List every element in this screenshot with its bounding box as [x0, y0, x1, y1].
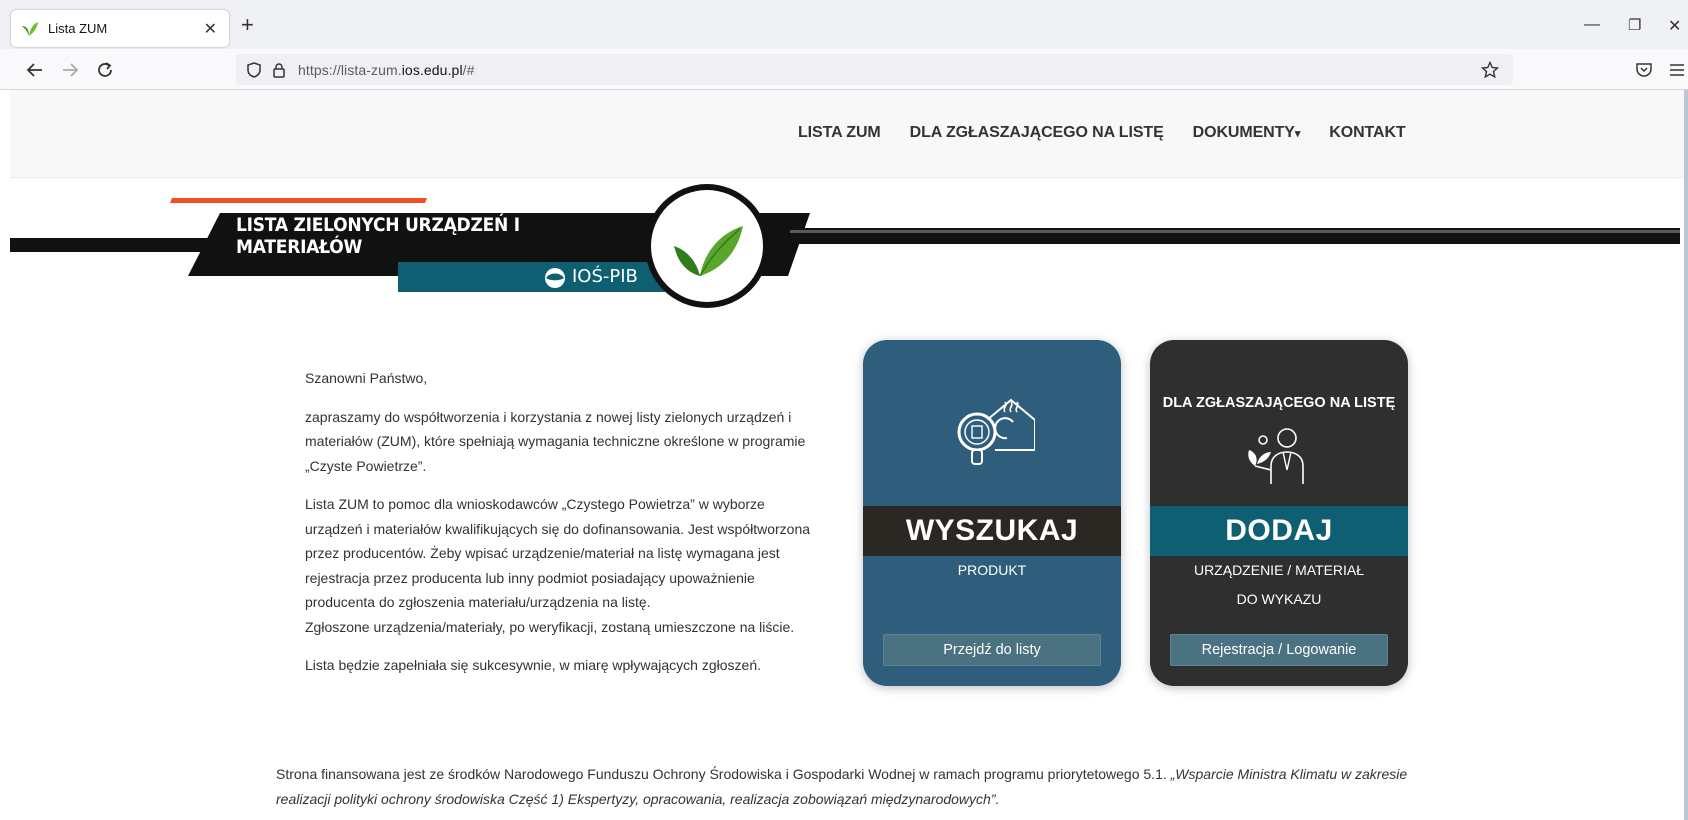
search-card-title: WYSZUKAJ — [863, 506, 1121, 556]
menu-icon[interactable] — [1666, 59, 1688, 81]
browser-tab[interactable]: Lista ZUM ✕ — [11, 10, 229, 47]
add-card-heading: DLA ZGŁASZAJĄCEGO NA LISTĘ — [1162, 395, 1396, 411]
go-to-list-button[interactable]: Przejdź do listy — [883, 634, 1101, 666]
new-tab-icon[interactable]: + — [241, 14, 254, 36]
person-leaf-icon — [1248, 428, 1304, 484]
funding-note-text: Strona finansowana jest ze środków Narod… — [276, 766, 1171, 782]
intro-text: Szanowni Państwo, zapraszamy do współtwo… — [305, 366, 825, 692]
close-window-icon[interactable]: ✕ — [1668, 16, 1681, 36]
banner-circle-inner — [651, 190, 763, 302]
site-header: LISTA ZUM DLA ZGŁASZAJĄCEGO NA LISTĘ DOK… — [10, 90, 1688, 178]
dropdown-caret-icon: ▾ — [1294, 128, 1301, 140]
reload-icon[interactable] — [94, 59, 116, 81]
leaf-favicon-icon — [22, 21, 38, 36]
browser-tab-strip: Lista ZUM ✕ + — ❐ ✕ — [0, 0, 1688, 49]
tab-close-icon[interactable]: ✕ — [204, 19, 217, 39]
browser-toolbar: https://lista-zum.ios.edu.pl/# — [0, 49, 1688, 90]
banner-right-bar-highlight — [790, 230, 1680, 233]
banner-orange-accent — [170, 198, 427, 203]
funding-note: Strona finansowana jest ze środków Narod… — [276, 762, 1416, 812]
minimize-icon[interactable]: — — [1584, 16, 1600, 34]
add-card: DLA ZGŁASZAJĄCEGO NA LISTĘ DODAJ URZĄDZE… — [1150, 340, 1408, 686]
restore-icon[interactable]: ❐ — [1628, 16, 1641, 34]
lock-icon[interactable] — [272, 62, 286, 78]
page-scrollbar[interactable] — [1684, 90, 1688, 820]
tab-title: Lista ZUM — [48, 21, 108, 36]
site-banner: LISTA ZIELONYCH URZĄDZEŃ I MATERIAŁÓW IO… — [10, 180, 1680, 320]
register-login-button[interactable]: Rejestracja / Logowanie — [1170, 634, 1388, 666]
add-card-subtitle-2: DO WYKAZU — [1236, 591, 1322, 607]
intro-paragraph-3: Lista będzie zapełniała się sukcesywnie,… — [305, 657, 761, 673]
banner-left-bar — [10, 238, 210, 252]
intro-greeting: Szanowni Państwo, — [305, 370, 428, 386]
back-icon[interactable] — [24, 59, 46, 81]
add-card-title: DODAJ — [1150, 506, 1408, 556]
address-bar[interactable]: https://lista-zum.ios.edu.pl/# — [236, 54, 1513, 85]
nav-dokumenty[interactable]: DOKUMENTY▾ — [1193, 124, 1301, 142]
shield-icon[interactable] — [246, 61, 262, 78]
nav-dla-zglaszajacego[interactable]: DLA ZGŁASZAJĄCEGO NA LISTĘ — [910, 124, 1164, 142]
url-text[interactable]: https://lista-zum.ios.edu.pl/# — [298, 62, 475, 78]
pocket-icon[interactable] — [1633, 59, 1655, 81]
search-card-subtitle: PRODUKT — [957, 562, 1027, 578]
bookmark-star-icon[interactable] — [1481, 60, 1499, 79]
site-navigation: LISTA ZUM DLA ZGŁASZAJĄCEGO NA LISTĘ DOK… — [798, 124, 1435, 142]
intro-paragraph-2b: Zgłoszone urządzenia/materiały, po weryf… — [305, 618, 795, 635]
forward-icon[interactable] — [59, 59, 81, 81]
banner-title: LISTA ZIELONYCH URZĄDZEŃ I MATERIAŁÓW — [236, 214, 520, 258]
nav-lista-zum[interactable]: LISTA ZUM — [798, 124, 881, 142]
add-card-subtitle-1: URZĄDZENIE / MATERIAŁ — [1193, 562, 1365, 578]
banner-org: IOŚ-PIB — [572, 266, 638, 287]
intro-paragraph-2: Lista ZUM to pomoc dla wnioskodawców „Cz… — [305, 496, 811, 610]
magnifier-house-icon — [957, 398, 1035, 465]
search-card: WYSZUKAJ PRODUKT Przejdź do listy — [863, 340, 1121, 686]
nav-kontakt[interactable]: KONTAKT — [1329, 124, 1405, 142]
intro-paragraph-1: zapraszamy do współtworzenia i korzystan… — [305, 408, 806, 474]
